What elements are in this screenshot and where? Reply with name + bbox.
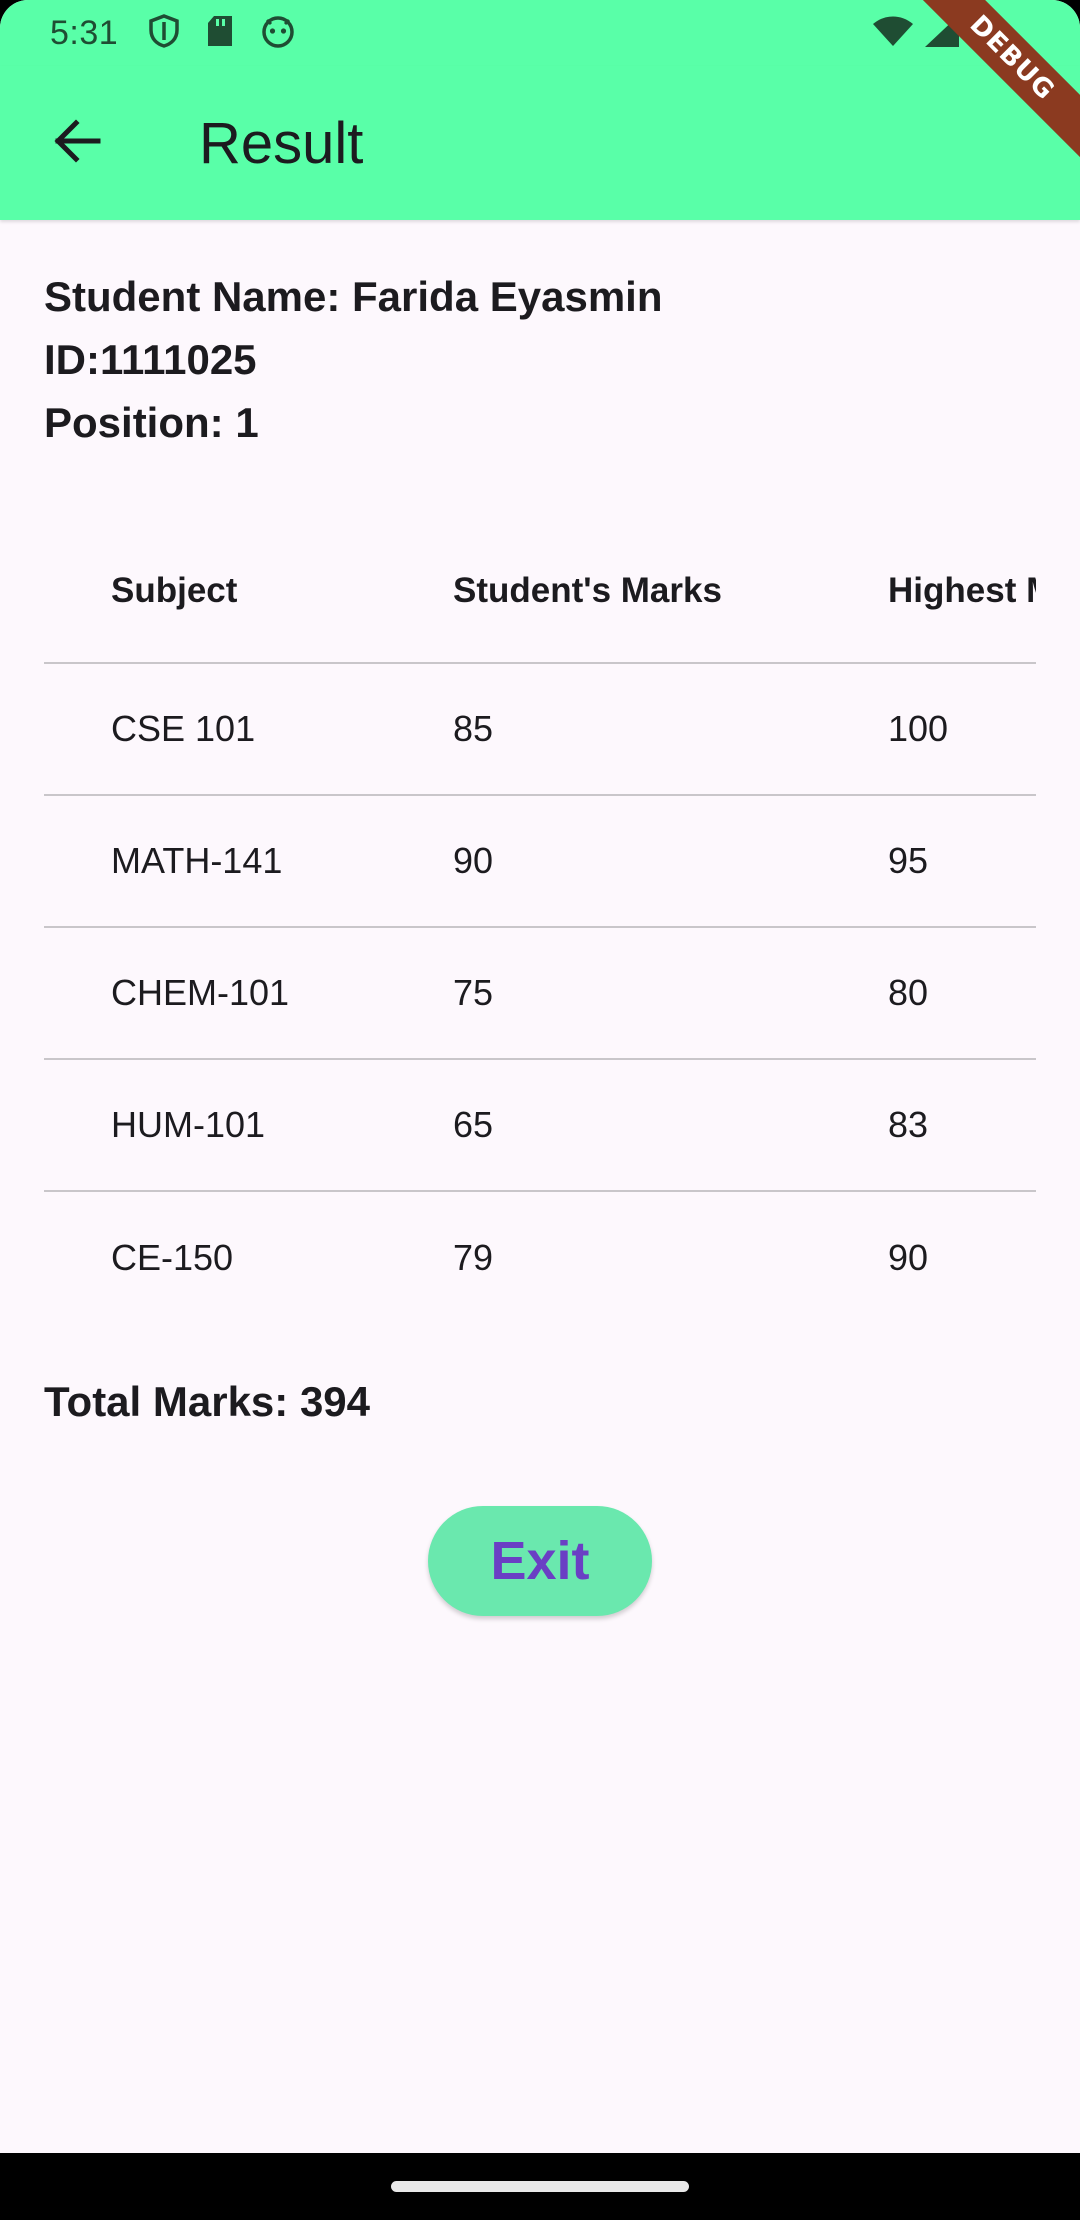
student-position: Position: 1 xyxy=(44,399,259,446)
status-icons-left xyxy=(148,13,296,53)
marks-table: Subject Student's Marks Highest Marks CS… xyxy=(44,520,1036,1324)
highest-marks-cell: 100 xyxy=(888,708,949,749)
student-marks-cell: 65 xyxy=(453,1104,494,1145)
highest-marks-cell: 95 xyxy=(888,840,929,881)
header-highest-marks: Highest Marks xyxy=(888,571,1036,610)
app-bar: Result xyxy=(0,66,1080,220)
table-row: CSE 101 85 100 xyxy=(44,664,1036,796)
student-info: Student Name: Farida Eyasmin ID:1111025 … xyxy=(44,265,1036,454)
student-marks-cell: 85 xyxy=(453,708,494,749)
status-time: 5:31 xyxy=(50,13,119,52)
header-student-marks: Student's Marks xyxy=(453,571,722,610)
navigation-bar xyxy=(0,2153,1080,2220)
student-marks-cell: 75 xyxy=(453,972,494,1013)
home-handle[interactable] xyxy=(391,2181,689,2192)
page-title: Result xyxy=(199,110,364,176)
exit-button-label: Exit xyxy=(490,1531,590,1591)
exit-button[interactable]: Exit xyxy=(428,1506,652,1616)
header-subject: Subject xyxy=(111,571,238,610)
sd-card-icon xyxy=(206,15,234,52)
table-row: MATH-141 90 95 xyxy=(44,796,1036,928)
student-name: Student Name: Farida Eyasmin xyxy=(44,273,663,320)
subject-cell: CE-150 xyxy=(111,1237,234,1278)
student-marks-cell: 90 xyxy=(453,840,494,881)
highest-marks-cell: 90 xyxy=(888,1237,929,1278)
table-row: CHEM-101 75 80 xyxy=(44,928,1036,1060)
back-button[interactable] xyxy=(29,95,125,191)
highest-marks-cell: 83 xyxy=(888,1104,929,1145)
table-row: CE-150 79 90 xyxy=(44,1192,1036,1324)
subject-cell: CHEM-101 xyxy=(111,972,290,1013)
android-icon xyxy=(260,14,296,53)
table-row: HUM-101 65 83 xyxy=(44,1060,1036,1192)
subject-cell: CSE 101 xyxy=(111,708,256,749)
table-header-row: Subject Student's Marks Highest Marks xyxy=(44,520,1036,664)
student-marks-cell: 79 xyxy=(453,1237,494,1278)
total-marks: Total Marks: 394 xyxy=(44,1378,371,1425)
student-id: ID:1111025 xyxy=(44,336,257,383)
wifi-icon xyxy=(872,15,914,52)
result-screen: 5:31 Result DEBUG Student Name: Farida E… xyxy=(0,0,1080,2220)
highest-marks-cell: 80 xyxy=(888,972,929,1013)
subject-cell: MATH-141 xyxy=(111,840,283,881)
arrow-back-icon xyxy=(52,118,102,168)
subject-cell: HUM-101 xyxy=(111,1104,266,1145)
shield-icon xyxy=(148,13,180,53)
status-bar: 5:31 xyxy=(0,0,1080,66)
